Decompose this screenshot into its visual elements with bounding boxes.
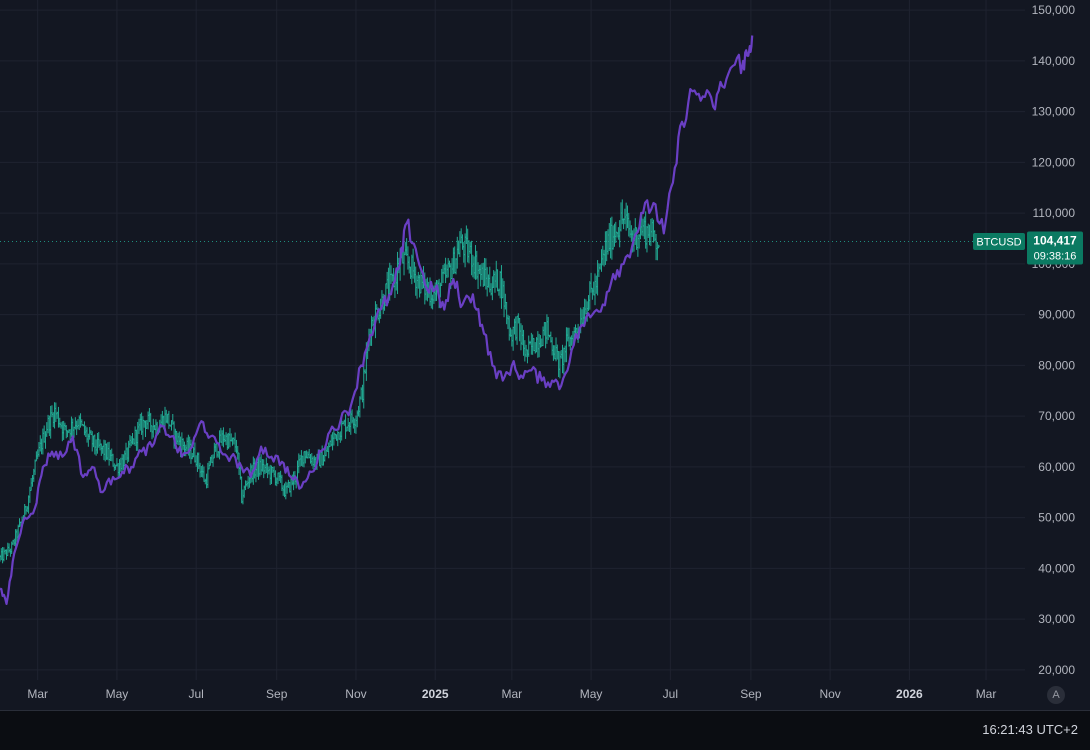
y-tick-label: 20,000 — [1038, 663, 1075, 677]
x-tick-label: Sep — [266, 687, 288, 701]
y-tick-label: 150,000 — [1032, 3, 1076, 17]
y-tick-label: 70,000 — [1038, 409, 1075, 423]
overlay-line-layer — [0, 35, 754, 606]
status-bar: 16:21:43 UTC+2 — [0, 710, 1090, 750]
y-tick-label: 140,000 — [1032, 54, 1076, 68]
y-tick-label: 120,000 — [1032, 155, 1076, 169]
x-axis[interactable]: Mar May Jul Sep Nov 2025 Mar May Jul Sep Nov 2026 Ma… — [27, 687, 996, 701]
y-tick-label: 130,000 — [1032, 105, 1076, 119]
y-tick-label: 110,000 — [1033, 206, 1076, 220]
x-tick-label: 2026 — [896, 687, 923, 701]
x-tick-label: Jul — [188, 687, 203, 701]
x-tick-label: Mar — [976, 687, 997, 701]
y-tick-label: 90,000 — [1038, 308, 1075, 322]
x-tick-label: Jul — [663, 687, 678, 701]
x-tick-label: Mar — [27, 687, 48, 701]
y-tick-label: 30,000 — [1038, 612, 1075, 626]
y-tick-label: 80,000 — [1038, 358, 1075, 372]
y-tick-label: 40,000 — [1038, 561, 1075, 575]
x-tick-label: May — [580, 687, 603, 701]
price-label-group: BTCUSD 104,417 09:38:16 — [973, 231, 1083, 265]
clock-timezone[interactable]: 16:21:43 UTC+2 — [982, 722, 1078, 737]
current-price-value: 104,417 — [1033, 233, 1077, 247]
x-tick-label: Sep — [740, 687, 762, 701]
x-tick-label: Mar — [502, 687, 523, 701]
y-tick-label: 60,000 — [1038, 460, 1075, 474]
y-axis[interactable]: 20,000 30,000 40,000 50,000 60,000 70,000 80,0… — [1032, 3, 1076, 677]
grid — [0, 0, 1025, 680]
price-bars — [0, 199, 660, 564]
x-tick-label: 2025 — [422, 687, 449, 701]
x-tick-label: Nov — [819, 687, 840, 701]
price-chart[interactable]: 20,000 30,000 40,000 50,000 60,000 70,000 80,0… — [0, 0, 1090, 710]
bar-countdown: 09:38:16 — [1034, 250, 1077, 262]
auto-scale-button[interactable]: A — [1047, 686, 1065, 704]
symbol-label: BTCUSD — [976, 236, 1021, 248]
y-tick-label: 50,000 — [1038, 511, 1075, 525]
x-tick-label: Nov — [345, 687, 366, 701]
x-tick-label: May — [106, 687, 129, 701]
overlay-series-line — [0, 35, 754, 606]
chart-area[interactable]: 20,000 30,000 40,000 50,000 60,000 70,000 80,0… — [0, 0, 1090, 750]
